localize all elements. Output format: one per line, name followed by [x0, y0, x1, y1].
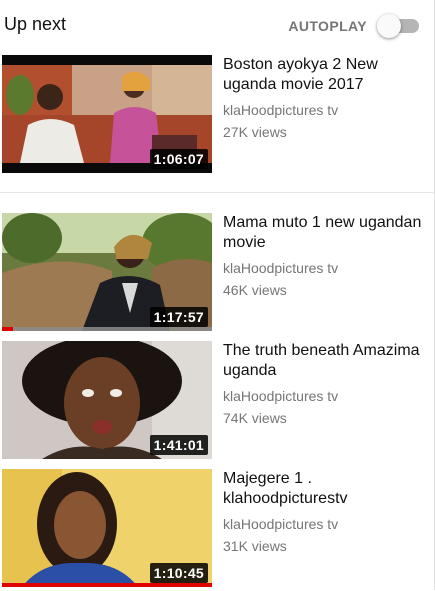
video-views: 31K views: [223, 538, 287, 554]
video-views: 46K views: [223, 282, 287, 298]
video-title[interactable]: Majegere 1 . klahoodpicturestv: [223, 469, 423, 509]
video-duration: 1:06:07: [149, 149, 208, 169]
video-item[interactable]: 1:06:07 Boston ayokya 2 New uganda movie…: [0, 55, 435, 177]
video-meta: The truth beneath Amazima uganda klaHood…: [223, 341, 423, 429]
video-duration: 1:17:57: [149, 307, 208, 327]
up-next-title: Up next: [4, 14, 67, 34]
video-item[interactable]: 1:17:57 Mama muto 1 new ugandan movie kl…: [0, 213, 435, 335]
up-next-header: Up next AUTOPLAY: [0, 0, 435, 52]
video-duration: 1:10:45: [149, 563, 208, 583]
watch-progress-bar: [2, 327, 212, 331]
video-thumbnail[interactable]: 1:17:57: [2, 213, 212, 331]
autoplay-toggle[interactable]: [377, 14, 421, 38]
video-title[interactable]: The truth beneath Amazima uganda: [223, 341, 423, 381]
autoplay-label: AUTOPLAY: [288, 18, 367, 34]
video-channel: klaHoodpictures tv: [223, 260, 339, 276]
video-channel: klaHoodpictures tv: [223, 388, 339, 404]
autoplay-toggle-knob: [377, 14, 401, 38]
video-views: 27K views: [223, 124, 287, 140]
video-meta: Mama muto 1 new ugandan movie klaHoodpic…: [223, 213, 423, 301]
video-channel: klaHoodpictures tv: [223, 516, 339, 532]
video-meta: Boston ayokya 2 New uganda movie 2017 kl…: [223, 55, 423, 143]
video-title[interactable]: Boston ayokya 2 New uganda movie 2017: [223, 55, 423, 95]
autoplay-control: AUTOPLAY: [288, 14, 421, 38]
watch-progress-fill: [2, 583, 212, 587]
section-divider: [0, 192, 435, 193]
watch-progress-fill: [2, 327, 13, 331]
video-duration: 1:41:01: [149, 435, 208, 455]
video-thumbnail[interactable]: 1:10:45: [2, 469, 212, 587]
video-thumbnail[interactable]: 1:41:01: [2, 341, 212, 459]
video-views: 74K views: [223, 410, 287, 426]
video-item[interactable]: 1:10:45 Majegere 1 . klahoodpicturestv k…: [0, 469, 435, 591]
video-meta: Majegere 1 . klahoodpicturestv klaHoodpi…: [223, 469, 423, 557]
video-title[interactable]: Mama muto 1 new ugandan movie: [223, 213, 423, 253]
video-channel: klaHoodpictures tv: [223, 102, 339, 118]
video-thumbnail[interactable]: 1:06:07: [2, 55, 212, 173]
video-item[interactable]: 1:41:01 The truth beneath Amazima uganda…: [0, 341, 435, 463]
watch-progress-bar: [2, 583, 212, 587]
